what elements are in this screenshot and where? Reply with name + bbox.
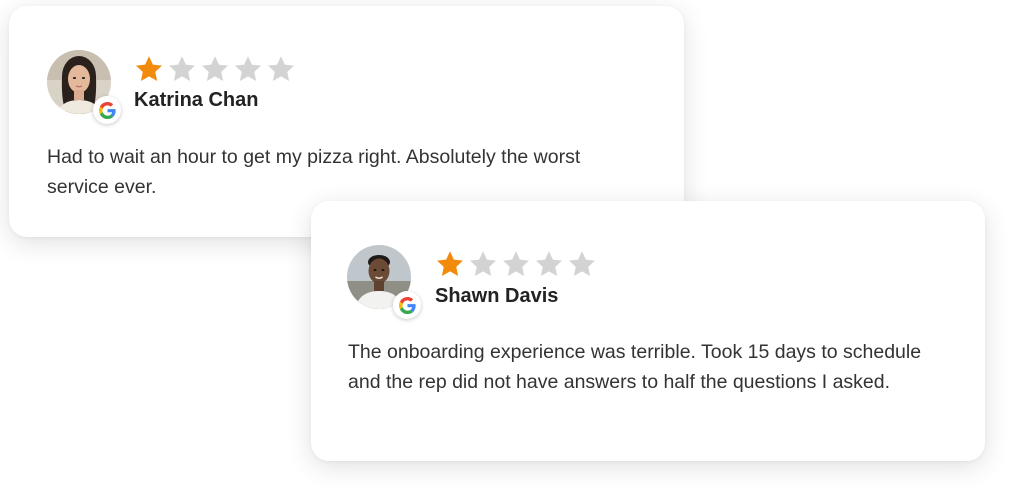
reviewer-name: Shawn Davis xyxy=(435,285,559,307)
google-icon xyxy=(393,291,421,319)
star-empty-icon xyxy=(169,56,195,81)
star-empty-icon xyxy=(470,251,496,276)
reviewer-avatar-wrapper xyxy=(47,50,121,124)
star-rating xyxy=(434,249,598,279)
google-icon xyxy=(93,96,121,124)
star-rating xyxy=(133,54,297,84)
reviewer-name: Katrina Chan xyxy=(134,89,259,111)
star-empty-icon xyxy=(536,251,562,276)
star-empty-icon xyxy=(202,56,228,81)
star-filled-icon xyxy=(136,56,162,81)
review-card: Shawn Davis The onboarding experience wa… xyxy=(311,201,985,461)
review-text: The onboarding experience was terrible. … xyxy=(348,341,922,393)
star-empty-icon xyxy=(235,56,261,81)
star-empty-icon xyxy=(268,56,294,81)
star-empty-icon xyxy=(569,251,595,276)
star-empty-icon xyxy=(503,251,529,276)
review-text: Had to wait an hour to get my pizza righ… xyxy=(47,146,581,198)
reviewer-avatar-wrapper xyxy=(347,245,421,319)
star-filled-icon xyxy=(437,251,463,276)
